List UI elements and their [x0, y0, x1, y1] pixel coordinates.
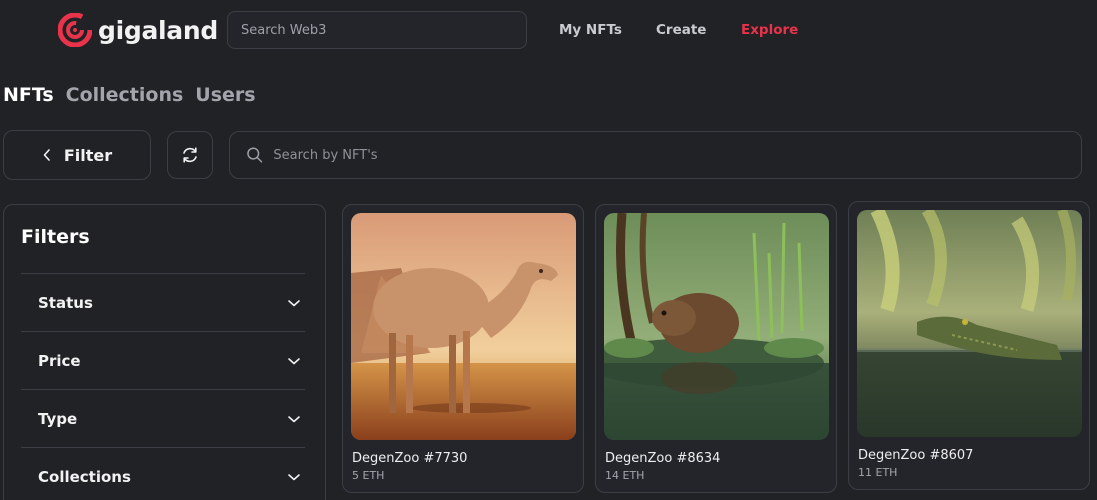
chevron-down-icon [288, 299, 300, 306]
tab-users[interactable]: Users [195, 84, 255, 106]
nft-image-camel [351, 213, 576, 440]
filters-panel: Filters Status Price Type Collections [3, 204, 326, 500]
refresh-button[interactable] [167, 131, 213, 179]
chevron-down-icon [288, 415, 300, 422]
nft-name: DegenZoo #8607 [858, 448, 974, 463]
filter-section-type[interactable]: Type [21, 389, 305, 447]
nav-create[interactable]: Create [656, 22, 706, 38]
refresh-icon [183, 147, 197, 163]
tab-nfts[interactable]: NFTs [3, 84, 54, 106]
global-search[interactable] [227, 11, 527, 49]
nav-my-nfts[interactable]: My NFTs [559, 22, 622, 38]
filter-section-label: Type [38, 409, 78, 428]
nft-image-beaver [604, 213, 829, 440]
global-search-input[interactable] [241, 22, 526, 38]
nav-explore[interactable]: Explore [741, 22, 798, 38]
filters-title: Filters [21, 226, 90, 248]
nft-price: 5 ETH [352, 469, 385, 482]
nft-name: DegenZoo #7730 [352, 451, 468, 466]
filter-section-collections[interactable]: Collections [21, 447, 305, 500]
logo[interactable]: gigaland [58, 13, 218, 47]
explore-page: gigaland My NFTs Create Explore NFTs Col… [0, 0, 1097, 500]
filter-section-price[interactable]: Price [21, 331, 305, 389]
chevron-down-icon [288, 357, 300, 364]
search-icon [247, 147, 263, 163]
filter-section-status[interactable]: Status [21, 273, 305, 331]
logo-text: gigaland [98, 15, 218, 45]
chevron-left-icon [43, 149, 50, 161]
filter-section-label: Collections [38, 467, 131, 486]
filter-toggle-label: Filter [63, 145, 113, 165]
logo-icon [58, 13, 92, 47]
explore-tabs: NFTs Collections Users [3, 84, 256, 106]
nft-card[interactable]: DegenZoo #7730 5 ETH [342, 204, 584, 493]
nft-image-crocodile [857, 210, 1082, 437]
nft-search[interactable] [229, 131, 1082, 179]
nft-card[interactable]: DegenZoo #8634 14 ETH [595, 204, 837, 493]
tab-collections[interactable]: Collections [66, 84, 184, 106]
filter-section-label: Status [38, 293, 93, 312]
nft-search-input[interactable] [273, 147, 1081, 163]
nft-price: 14 ETH [605, 469, 645, 482]
filter-section-label: Price [38, 351, 81, 370]
chevron-down-icon [288, 473, 300, 480]
filter-toggle-button[interactable]: Filter [3, 130, 151, 180]
nft-price: 11 ETH [858, 466, 898, 479]
nft-name: DegenZoo #8634 [605, 451, 721, 466]
nft-card[interactable]: DegenZoo #8607 11 ETH [848, 201, 1090, 490]
